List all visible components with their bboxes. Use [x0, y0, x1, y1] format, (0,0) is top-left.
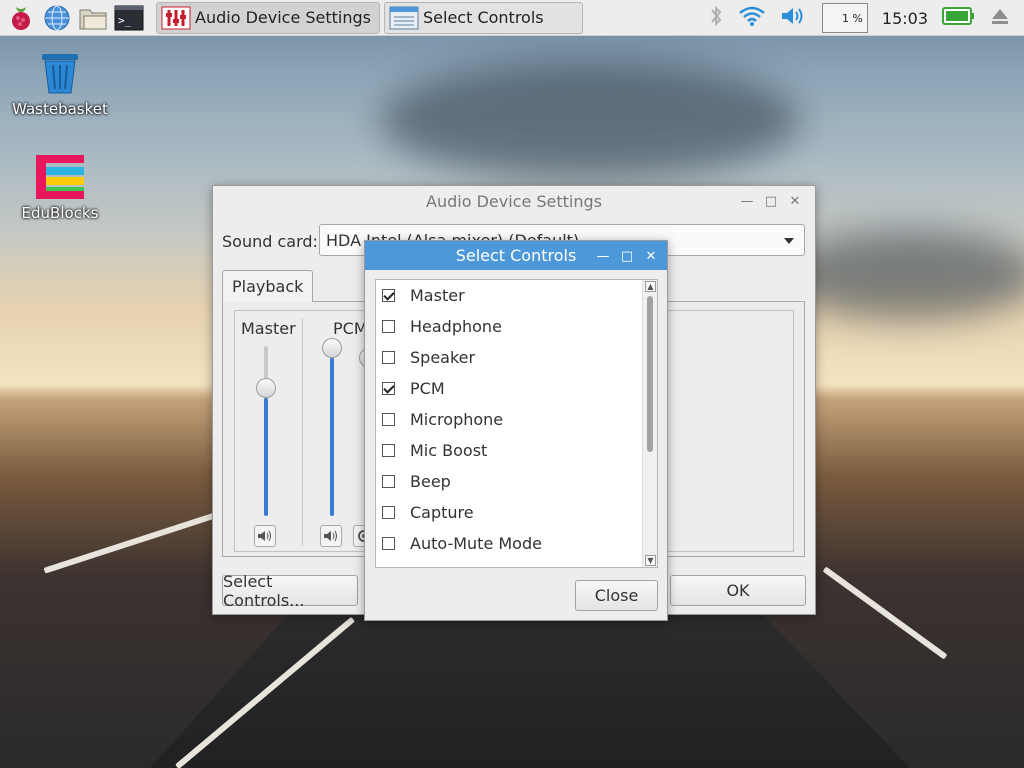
- chevron-down-icon: [784, 238, 794, 244]
- channel-label-pcm: PCM: [333, 319, 368, 338]
- checkbox[interactable]: [382, 537, 395, 550]
- task-label: Select Controls: [423, 8, 544, 27]
- list-item[interactable]: PCM: [376, 373, 445, 404]
- list-item-label: Master: [410, 286, 465, 305]
- sound-card-label: Sound card:: [222, 232, 318, 251]
- list-item[interactable]: Beep: [376, 466, 451, 497]
- scroll-up-icon[interactable]: ▲: [645, 281, 656, 292]
- task-label: Audio Device Settings: [195, 8, 371, 27]
- ok-button[interactable]: OK: [670, 575, 806, 606]
- dialog-title: Select Controls: [455, 246, 577, 265]
- master-mute-button[interactable]: [254, 525, 276, 547]
- file-manager-icon[interactable]: [78, 3, 108, 33]
- close-icon[interactable]: ✕: [639, 244, 663, 268]
- master-volume-knob[interactable]: [256, 377, 276, 398]
- checkbox[interactable]: [382, 475, 395, 488]
- mixer-icon: [161, 5, 191, 31]
- list-item[interactable]: Master: [376, 280, 465, 311]
- list-item-label: Microphone: [410, 410, 504, 429]
- window-controls: — □ ✕: [591, 241, 663, 271]
- web-browser-icon[interactable]: [42, 3, 72, 33]
- list-item[interactable]: Headphone: [376, 311, 502, 342]
- desktop-icon-edublocks[interactable]: EduBlocks: [0, 154, 120, 222]
- select-controls-button[interactable]: Select Controls...: [222, 572, 358, 610]
- list-item[interactable]: Microphone: [376, 404, 503, 435]
- system-tray: 1 % 15:03: [708, 0, 1024, 36]
- terminal-icon[interactable]: >_: [114, 3, 144, 33]
- button-label: OK: [726, 581, 750, 600]
- master-volume-fill: [264, 397, 268, 516]
- pcm-volume-fill: [330, 358, 334, 516]
- cloud: [780, 230, 1024, 320]
- clock[interactable]: 15:03: [882, 9, 928, 28]
- controls-list: Master Headphone Speaker PCM Microphone Mic B…: [375, 279, 658, 568]
- titlebar[interactable]: Select Controls — □ ✕: [365, 241, 667, 270]
- list-item-label: Capture: [410, 503, 474, 522]
- desktop-icon-label: EduBlocks: [21, 204, 99, 222]
- list-item-label: Beep: [410, 472, 451, 491]
- speaker-icon: [324, 530, 337, 542]
- checkbox[interactable]: [382, 444, 395, 457]
- pcm-mute-button[interactable]: [320, 525, 342, 547]
- scroll-down-icon[interactable]: ▼: [645, 555, 656, 566]
- eject-icon[interactable]: [990, 6, 1010, 30]
- list-item[interactable]: Capture: [376, 497, 474, 528]
- button-label: Close: [594, 586, 639, 605]
- channel-label-master: Master: [241, 319, 296, 338]
- raspberry-menu-icon[interactable]: [6, 3, 36, 33]
- tab-playback[interactable]: Playback: [222, 270, 314, 302]
- titlebar[interactable]: Audio Device Settings — □ ✕: [213, 186, 815, 216]
- list-dialog-icon: [389, 5, 419, 31]
- checkbox[interactable]: [382, 506, 395, 519]
- battery-icon[interactable]: [942, 6, 976, 30]
- window-controls: — □ ✕: [735, 186, 807, 216]
- list-item[interactable]: Auto-Mute Mode: [376, 528, 542, 559]
- close-icon[interactable]: ✕: [783, 189, 807, 213]
- list-item[interactable]: Mic Boost: [376, 435, 487, 466]
- road-line: [43, 512, 217, 574]
- task-audio-device-settings[interactable]: Audio Device Settings: [156, 1, 380, 34]
- bluetooth-icon[interactable]: [708, 4, 724, 32]
- taskbar: >_ Audio Device Settings Select Controls…: [0, 0, 1024, 36]
- close-button[interactable]: Close: [575, 580, 658, 611]
- checkbox[interactable]: [382, 320, 395, 333]
- speaker-icon: [258, 530, 271, 542]
- trash-icon: [35, 50, 85, 96]
- list-item-label: PCM: [410, 379, 445, 398]
- volume-icon[interactable]: [780, 5, 808, 31]
- button-label: Select Controls...: [223, 571, 305, 610]
- channel-separator: [302, 318, 303, 546]
- checkbox[interactable]: [382, 382, 395, 395]
- select-controls-dialog: Select Controls — □ ✕ Master Headphone Spe…: [364, 240, 668, 621]
- minimize-icon[interactable]: —: [735, 189, 759, 213]
- checkbox[interactable]: [382, 351, 395, 364]
- list-item-label: Auto-Mute Mode: [410, 534, 542, 553]
- list-item-label: Speaker: [410, 348, 476, 367]
- desktop-icon-label: Wastebasket: [12, 100, 108, 118]
- scroll-thumb[interactable]: [647, 296, 653, 452]
- desktop-icon-wastebasket[interactable]: Wastebasket: [0, 50, 120, 118]
- cpu-monitor[interactable]: 1 %: [821, 3, 868, 33]
- tab-label: Playback: [232, 277, 304, 296]
- list-item-label: Headphone: [410, 317, 502, 336]
- maximize-icon[interactable]: □: [759, 189, 783, 213]
- svg-text:>_: >_: [118, 14, 132, 27]
- minimize-icon[interactable]: —: [591, 244, 615, 268]
- maximize-icon[interactable]: □: [615, 244, 639, 268]
- edublocks-icon: [35, 154, 85, 200]
- cloud: [380, 60, 800, 180]
- wifi-icon[interactable]: [738, 5, 766, 31]
- window-title: Audio Device Settings: [426, 191, 602, 211]
- list-item[interactable]: Speaker: [376, 342, 475, 373]
- task-select-controls[interactable]: Select Controls: [384, 1, 583, 34]
- pcm-volume-knob[interactable]: [322, 338, 342, 358]
- list-item-label: Mic Boost: [410, 441, 488, 460]
- checkbox[interactable]: [382, 413, 395, 426]
- scrollbar[interactable]: ▲ ▼: [642, 280, 657, 567]
- road-line: [822, 566, 948, 660]
- checkbox[interactable]: [382, 289, 395, 302]
- cpu-usage-text: 1 %: [841, 11, 863, 25]
